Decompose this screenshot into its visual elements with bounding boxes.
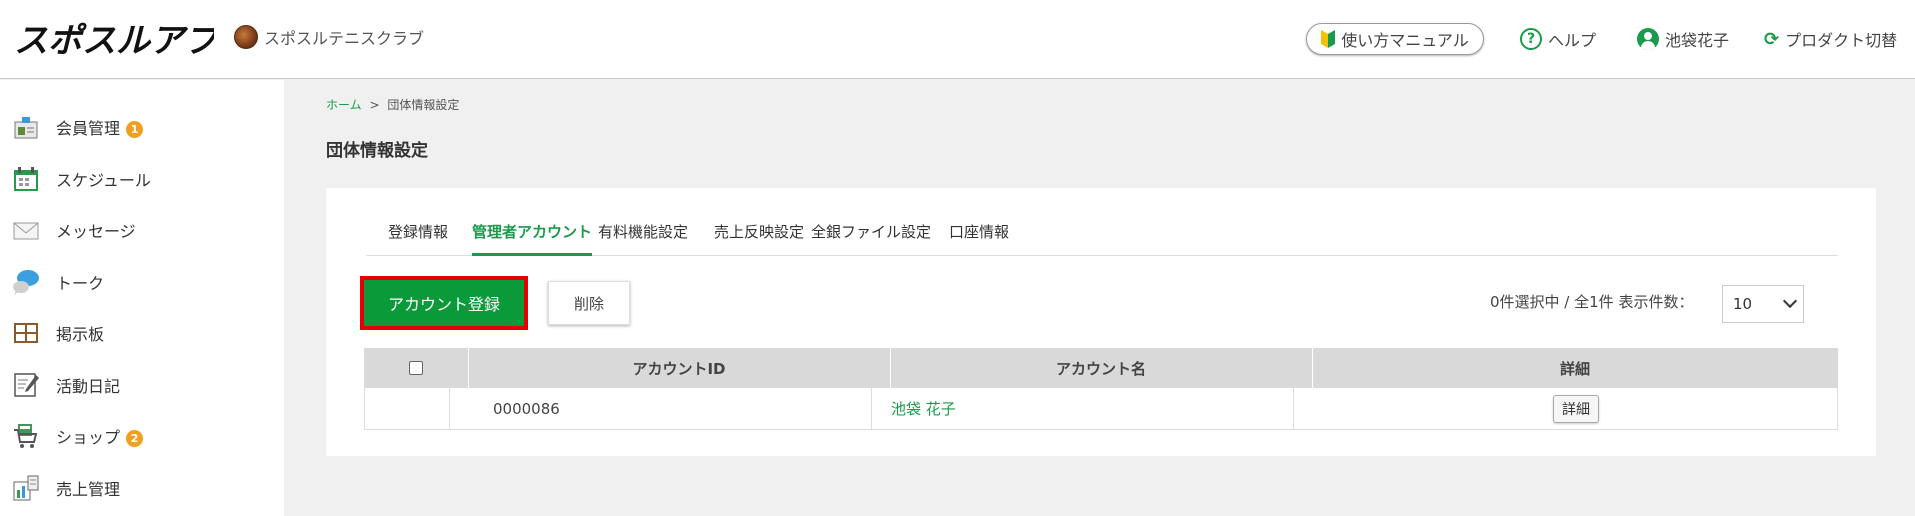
sidebar: 会員管理 1 スケジュール メッセージ トーク 掲示板 活動日記 ショップ 2 … bbox=[0, 80, 284, 516]
sidebar-item-members[interactable]: 会員管理 1 bbox=[0, 107, 284, 147]
account-id-cell: 0000086 bbox=[493, 399, 560, 418]
manual-button[interactable]: 使い方マニュアル bbox=[1306, 23, 1484, 55]
row-select-cell bbox=[365, 388, 449, 429]
register-account-button[interactable]: アカウント登録 bbox=[360, 276, 528, 330]
detail-cell: 詳細 bbox=[1313, 388, 1839, 429]
sidebar-item-label: ショップ 2 bbox=[56, 424, 144, 448]
sidebar-item-label: 会員管理 1 bbox=[56, 115, 144, 139]
breadcrumb: ホーム > 団体情報設定 bbox=[326, 96, 459, 113]
tab-sales-reflection[interactable]: 売上反映設定 bbox=[714, 208, 804, 256]
club-selector[interactable]: スポスルテニスクラブ bbox=[234, 24, 424, 50]
help-icon: ? bbox=[1520, 28, 1542, 50]
manual-label: 使い方マニュアル bbox=[1341, 31, 1469, 50]
sales-report-icon bbox=[13, 475, 39, 501]
select-all-cell bbox=[364, 348, 468, 388]
bulletin-board-icon bbox=[14, 323, 38, 343]
tab-admin-account[interactable]: 管理者アカウント bbox=[472, 208, 593, 256]
diary-icon bbox=[14, 373, 39, 397]
column-divider bbox=[449, 388, 450, 429]
sidebar-item-board[interactable]: 掲示板 bbox=[0, 313, 284, 353]
member-card-icon bbox=[14, 117, 38, 139]
tab-zengin-file[interactable]: 全銀ファイル設定 bbox=[811, 208, 931, 256]
help-link[interactable]: ? ヘルプ bbox=[1520, 26, 1596, 52]
envelope-icon bbox=[13, 222, 39, 240]
sidebar-item-label: スケジュール bbox=[56, 171, 151, 190]
tab-registration-info[interactable]: 登録情報 bbox=[388, 208, 448, 256]
sidebar-item-shop[interactable]: ショップ 2 bbox=[0, 416, 284, 456]
app-logo[interactable]: スポスルアプリ bbox=[14, 16, 214, 62]
tab-bar: 登録情報 管理者アカウント 有料機能設定 売上反映設定 全銀ファイル設定 口座情… bbox=[366, 208, 1838, 256]
product-switch-link[interactable]: ⟳ プロダクト切替 bbox=[1764, 26, 1897, 52]
column-divider bbox=[871, 388, 872, 429]
header-account-name[interactable]: アカウント名 bbox=[890, 348, 1312, 388]
sidebar-item-label: メッセージ bbox=[56, 222, 136, 241]
tab-bank-account[interactable]: 口座情報 bbox=[949, 208, 1009, 256]
header-detail: 詳細 bbox=[1559, 359, 1590, 378]
content-panel: 登録情報 管理者アカウント 有料機能設定 売上反映設定 全銀ファイル設定 口座情… bbox=[326, 188, 1876, 456]
header-account-id[interactable]: アカウントID bbox=[468, 348, 890, 388]
sidebar-item-label: 掲示板 bbox=[56, 325, 105, 344]
help-label: ヘルプ bbox=[1548, 31, 1597, 50]
per-page-select[interactable]: 10 bbox=[1722, 285, 1804, 323]
tab-paid-features[interactable]: 有料機能設定 bbox=[598, 208, 688, 256]
beginner-mark-icon bbox=[1321, 30, 1336, 48]
calendar-icon bbox=[14, 167, 38, 191]
club-emblem-icon bbox=[234, 25, 258, 49]
breadcrumb-current: 団体情報設定 bbox=[387, 98, 460, 112]
user-name: 池袋花子 bbox=[1665, 31, 1730, 50]
product-switch-label: プロダクト切替 bbox=[1785, 31, 1898, 50]
notification-badge: 1 bbox=[126, 121, 144, 138]
page-title: 団体情報設定 bbox=[326, 141, 428, 161]
per-page-value: 10 bbox=[1733, 295, 1753, 313]
chevron-down-icon bbox=[1782, 293, 1798, 309]
notification-badge: 2 bbox=[126, 430, 144, 447]
sidebar-item-sales[interactable]: 売上管理 bbox=[0, 468, 284, 508]
app-header: スポスルアプリ スポスルテニスクラブ 使い方マニュアル ? ヘルプ 池袋花子 ⟳… bbox=[0, 0, 1915, 79]
sidebar-item-diary[interactable]: 活動日記 bbox=[0, 365, 284, 405]
shop-cart-icon bbox=[14, 424, 38, 448]
svg-text:スポスルアプリ: スポスルアプリ bbox=[14, 21, 214, 61]
select-all-checkbox[interactable] bbox=[409, 361, 423, 375]
selection-count: 0件選択中 / 全1件 表示件数： bbox=[1490, 293, 1694, 311]
account-name-link[interactable]: 池袋 花子 bbox=[891, 388, 1291, 429]
refresh-icon: ⟳ bbox=[1764, 28, 1780, 50]
breadcrumb-separator: > bbox=[369, 98, 380, 112]
sidebar-item-messages[interactable]: メッセージ bbox=[0, 210, 284, 250]
table-row: 0000086 池袋 花子 詳細 bbox=[364, 388, 1838, 430]
user-icon bbox=[1637, 28, 1659, 50]
column-divider bbox=[1293, 388, 1294, 429]
sidebar-item-label: トーク bbox=[56, 274, 105, 293]
chat-bubble-icon bbox=[13, 270, 39, 295]
breadcrumb-home-link[interactable]: ホーム bbox=[326, 98, 362, 112]
detail-button[interactable]: 詳細 bbox=[1553, 394, 1599, 423]
user-menu[interactable]: 池袋花子 bbox=[1637, 26, 1729, 52]
sidebar-item-talk[interactable]: トーク bbox=[0, 262, 284, 302]
sidebar-item-label: 売上管理 bbox=[56, 480, 121, 499]
sidebar-item-label: 活動日記 bbox=[56, 377, 121, 396]
delete-button[interactable]: 削除 bbox=[548, 281, 630, 325]
table-header: アカウントID アカウント名 詳細 bbox=[364, 348, 1838, 388]
club-name: スポスルテニスクラブ bbox=[264, 29, 425, 48]
sidebar-item-schedule[interactable]: スケジュール bbox=[0, 159, 284, 199]
